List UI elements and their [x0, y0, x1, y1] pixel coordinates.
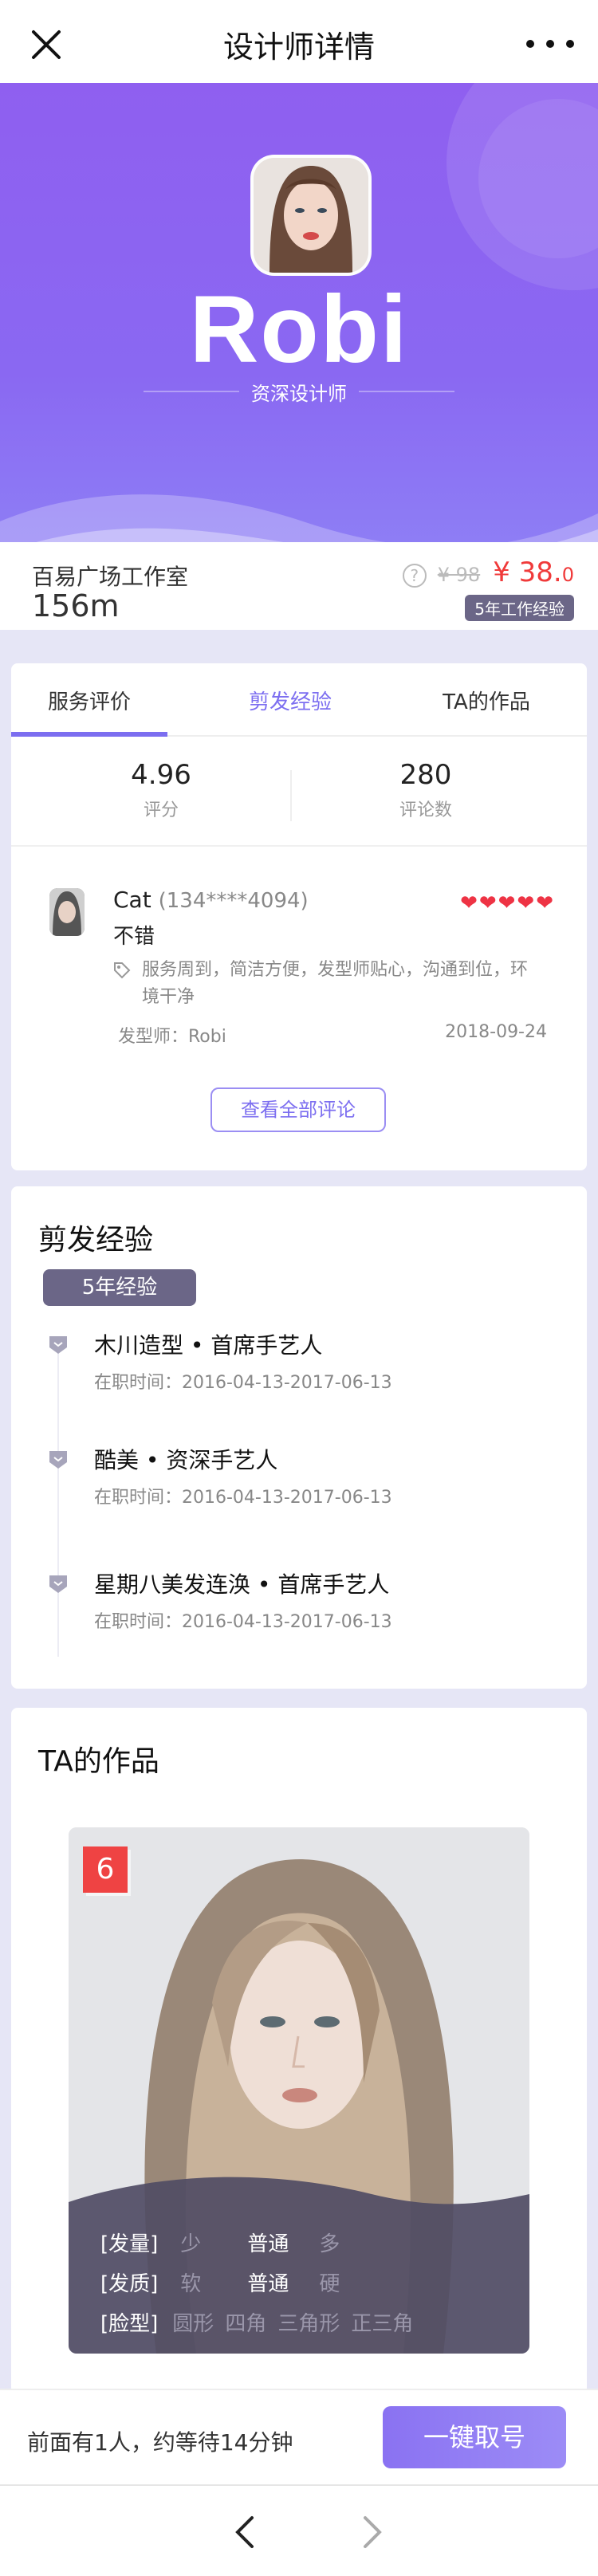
hair-texture-row: [发质] 软 普通 硬 — [100, 2272, 340, 2296]
experience-tag: 5年工作经验 — [465, 595, 574, 621]
tab-reviews[interactable]: 服务评价 — [11, 686, 167, 715]
experience-item-title: 酷美 • 资深手艺人 — [94, 1447, 278, 1473]
studio-name: 百易广场工作室 — [32, 564, 189, 590]
navbar: 设计师详情 — [0, 0, 598, 89]
hero-banner: Robi 资深设计师 — [0, 83, 598, 609]
review-stylist: 发型师：Robi — [118, 1027, 226, 1047]
experience-item-title: 星期八美发连涣 • 首席手艺人 — [94, 1571, 390, 1598]
timeline-marker-icon — [49, 1336, 67, 1354]
count-stat: 280 评论数 — [322, 759, 529, 821]
stats-divider — [290, 770, 292, 821]
price-row: ? ¥ 98 ¥ 38.0 — [402, 556, 574, 588]
experience-item-title: 木川造型 • 首席手艺人 — [94, 1332, 323, 1359]
reviewer-phone: (134****4094) — [158, 889, 309, 913]
works-title: TA的作品 — [38, 1745, 159, 1778]
current-price: ¥ 38.0 — [493, 556, 574, 588]
rating-label: 评分 — [143, 800, 179, 820]
timeline-marker-icon — [49, 1451, 67, 1469]
review-count: 280 — [399, 759, 452, 791]
review-tags: 服务周到，简洁方便，发型师贴心，沟通到位，环境干净 — [113, 957, 544, 1011]
review-count-label: 评论数 — [399, 800, 452, 820]
experience-title: 剪发经验 — [38, 1224, 154, 1257]
experience-card: 剪发经验 5年经验 木川造型 • 首席手艺人 在职时间：2016-04-13-2… — [11, 1186, 587, 1689]
browser-toolbar — [0, 2484, 598, 2576]
tab-works[interactable]: TA的作品 — [391, 686, 582, 715]
take-number-button[interactable]: 一键取号 — [383, 2406, 566, 2468]
review-item: Cat (134****4094) ❤❤❤❤❤ 不错 服务周到，简洁方便，发型师… — [11, 863, 587, 1047]
designer-role: 资深设计师 — [251, 383, 347, 405]
designer-info: 百易广场工作室 156m ? ¥ 98 ¥ 38.0 5年工作经验 — [0, 542, 598, 630]
chevron-left-icon[interactable] — [231, 2515, 260, 2550]
page-title: 设计师详情 — [222, 29, 375, 65]
reviews-card: 服务评价 剪发经验 TA的作品 4.96 评分 280 评论数 Cat (134… — [11, 663, 587, 1170]
work-item[interactable]: 6 [发量] 少 普通 多 [发质] 软 普通 硬 [脸型] 圆形 四角 三角形… — [69, 1827, 529, 2354]
original-price: ¥ 98 — [437, 564, 481, 586]
experience-item-date: 在职时间：2016-04-13-2017-06-13 — [94, 1488, 392, 1508]
rating-value: 4.96 — [131, 759, 191, 791]
active-tab-indicator — [11, 732, 167, 737]
wait-status: 前面有1人，约等待14分钟 — [27, 2429, 293, 2456]
experience-item-date: 在职时间：2016-04-13-2017-06-13 — [94, 1373, 392, 1393]
reviewer-avatar — [49, 888, 85, 936]
distance: 156m — [32, 588, 120, 623]
experience-item: 酷美 • 资深手艺人 在职时间：2016-04-13-2017-06-13 — [11, 1443, 587, 1523]
tag-icon — [114, 962, 131, 979]
designer-name: Robi — [189, 276, 409, 383]
chevron-right-icon[interactable] — [357, 2515, 386, 2550]
rating-stat: 4.96 评分 — [57, 759, 265, 821]
more-icon[interactable] — [526, 32, 574, 56]
hair-volume-row: [发量] 少 普通 多 — [100, 2232, 340, 2256]
question-icon[interactable]: ? — [402, 564, 427, 588]
work-number-badge: 6 — [83, 1846, 128, 1893]
tab-bar: 服务评价 剪发经验 TA的作品 — [11, 663, 587, 737]
review-text: 不错 — [113, 925, 155, 949]
rating-stats: 4.96 评分 280 评论数 — [11, 743, 587, 847]
experience-item: 星期八美发连涣 • 首席手艺人 在职时间：2016-04-13-2017-06-… — [11, 1567, 587, 1647]
reviewer-name: Cat (134****4094) — [113, 887, 309, 913]
timeline-marker-icon — [49, 1575, 67, 1593]
designer-avatar — [250, 155, 372, 276]
heart-rating: ❤❤❤❤❤ — [460, 891, 555, 915]
view-all-reviews-button[interactable]: 查看全部评论 — [210, 1087, 386, 1132]
tab-experience[interactable]: 剪发经验 — [195, 686, 386, 715]
face-shape-row: [脸型] 圆形 四角 三角形 正三角 — [100, 2312, 414, 2336]
review-date: 2018-09-24 — [445, 1022, 547, 1042]
queue-bar: 前面有1人，约等待14分钟 一键取号 — [0, 2389, 598, 2484]
experience-badge: 5年经验 — [43, 1269, 196, 1306]
works-card: TA的作品 6 [发量] 少 普通 多 [发质] 软 普通 硬 [脸型] 圆形 … — [11, 1708, 587, 2393]
experience-item: 木川造型 • 首席手艺人 在职时间：2016-04-13-2017-06-13 — [11, 1328, 587, 1408]
experience-item-date: 在职时间：2016-04-13-2017-06-13 — [94, 1612, 392, 1632]
